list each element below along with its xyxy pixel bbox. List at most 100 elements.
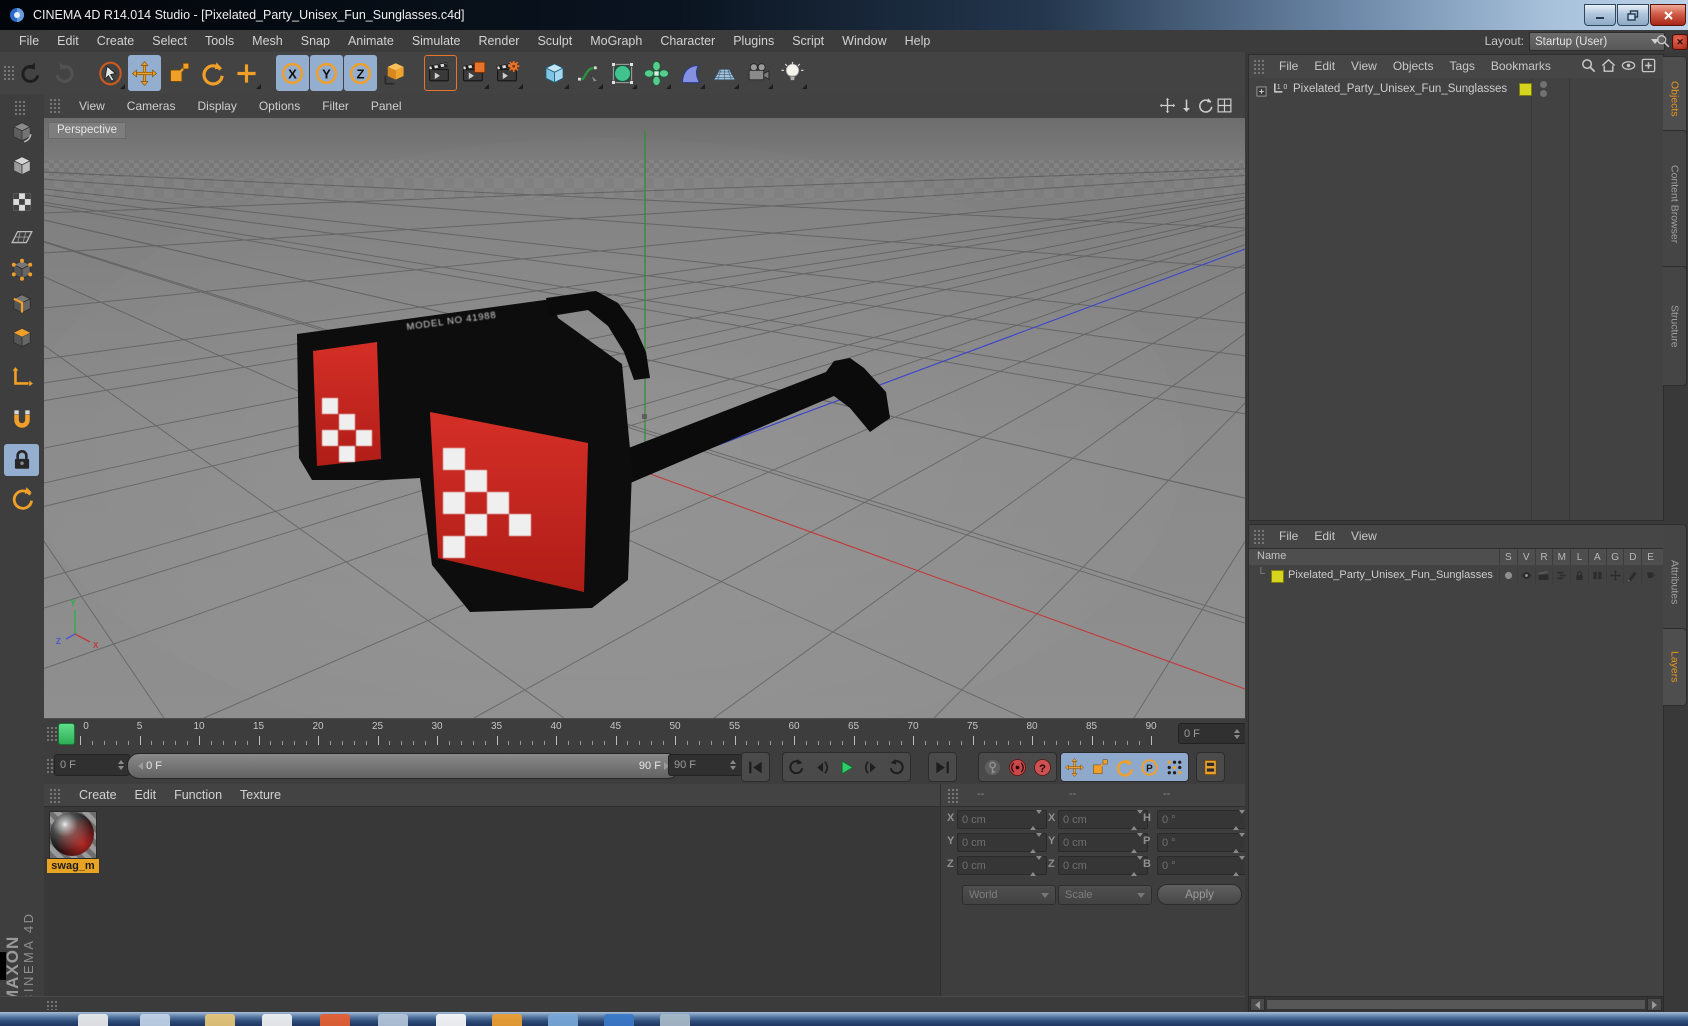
- rotate-view-icon[interactable]: [1197, 97, 1214, 114]
- next-frame-button[interactable]: [859, 754, 884, 780]
- lock-y-button[interactable]: Y: [310, 55, 343, 91]
- toggle-view-icon[interactable]: [1216, 97, 1233, 114]
- make-editable-button[interactable]: [4, 116, 39, 148]
- render-visibility-icon[interactable]: [1534, 567, 1553, 584]
- menu-tools[interactable]: Tools: [196, 30, 243, 52]
- goto-start-button[interactable]: [743, 754, 768, 780]
- taskbar-app-icon[interactable]: [604, 1014, 634, 1026]
- status-grip[interactable]: [46, 1000, 59, 1010]
- material-name[interactable]: swag_m: [47, 859, 99, 873]
- scale-button[interactable]: [162, 55, 195, 91]
- points-mode-button[interactable]: [4, 254, 39, 286]
- add-cube-button[interactable]: [538, 55, 571, 91]
- enable-axis-button[interactable]: [4, 362, 39, 394]
- play-backwards-button[interactable]: [784, 754, 809, 780]
- scroll-right-icon[interactable]: [1647, 998, 1662, 1011]
- horizontal-scrollbar[interactable]: [1248, 996, 1664, 1013]
- layer-browser-grip[interactable]: [1253, 529, 1266, 544]
- menu-snap[interactable]: Snap: [292, 30, 339, 52]
- rotate-button[interactable]: [196, 55, 229, 91]
- last-tool-button[interactable]: [230, 55, 263, 91]
- mode-toolbar-grip[interactable]: [14, 100, 27, 115]
- taskbar-app-icon[interactable]: [140, 1014, 170, 1026]
- visibility-eye-icon[interactable]: [1516, 567, 1535, 584]
- size-mode-select[interactable]: Scale: [1058, 885, 1152, 905]
- viewport-menu-filter[interactable]: Filter: [311, 99, 360, 113]
- scroll-left-icon[interactable]: [1250, 998, 1265, 1011]
- layer-object-row[interactable]: └ Pixelated_Party_Unisex_Fun_Sunglasses: [1249, 567, 1663, 584]
- menu-file[interactable]: File: [10, 30, 48, 52]
- frame-field[interactable]: 0 F: [54, 754, 130, 776]
- preview-range-slider[interactable]: 0 F 90 F: [127, 753, 680, 779]
- add-camera-button[interactable]: [742, 55, 775, 91]
- om-menu-view[interactable]: View: [1343, 59, 1385, 73]
- om-menu-edit[interactable]: Edit: [1306, 59, 1343, 73]
- menu-animate[interactable]: Animate: [339, 30, 403, 52]
- model-mode-button[interactable]: [4, 150, 39, 182]
- keyframe-parameter-button[interactable]: P: [1137, 754, 1162, 780]
- deformers-icon[interactable]: [1623, 567, 1641, 584]
- layer-color-chip[interactable]: [1271, 570, 1284, 583]
- viewport-menu-view[interactable]: View: [68, 99, 116, 113]
- taskbar-app-icon[interactable]: [492, 1014, 522, 1026]
- object-manager-grip[interactable]: [1253, 59, 1266, 74]
- solo-icon[interactable]: [1499, 567, 1517, 584]
- layer-browser-list[interactable]: └ Pixelated_Party_Unisex_Fun_Sunglasses: [1248, 565, 1664, 997]
- search-command-icon[interactable]: [1655, 33, 1671, 49]
- material-menu-function[interactable]: Function: [165, 784, 231, 806]
- apply-button[interactable]: Apply: [1157, 884, 1242, 905]
- render-view-button[interactable]: [424, 55, 457, 91]
- visibility-dots[interactable]: [1540, 81, 1548, 97]
- coord-field-z-0[interactable]: 0 cm: [957, 855, 1047, 876]
- taskbar-app-icon[interactable]: [262, 1014, 292, 1026]
- menu-script[interactable]: Script: [783, 30, 833, 52]
- layer-color-chip[interactable]: [1519, 82, 1533, 96]
- layout-select[interactable]: Startup (User): [1529, 32, 1665, 51]
- scrollbar-thumb[interactable]: [1266, 999, 1646, 1010]
- manager-icon[interactable]: [1552, 567, 1570, 584]
- close-palette-icon[interactable]: ✕: [1672, 34, 1688, 50]
- menu-create[interactable]: Create: [88, 30, 144, 52]
- goto-end-button[interactable]: [930, 754, 955, 780]
- render-picture-viewer-button[interactable]: [458, 55, 491, 91]
- timeline-ruler[interactable]: 0 5 10 15 20 25 30 35 40 45 50 55 60 65 70 75 80 85 90 0 F: [44, 718, 1246, 750]
- menu-mograph[interactable]: MoGraph: [581, 30, 651, 52]
- dock-tab-content-browser[interactable]: Content Browser: [1663, 130, 1687, 278]
- menu-select[interactable]: Select: [143, 30, 196, 52]
- coordinates-grip[interactable]: [947, 788, 960, 803]
- menu-window[interactable]: Window: [833, 30, 895, 52]
- coord-field-x-0[interactable]: 0 cm: [957, 809, 1047, 830]
- coord-field-z-1[interactable]: 0 cm: [1058, 855, 1148, 876]
- coord-field-y-0[interactable]: 0 cm: [957, 832, 1047, 853]
- menu-help[interactable]: Help: [896, 30, 940, 52]
- viewport-menu-options[interactable]: Options: [248, 99, 311, 113]
- taskbar-app-icon[interactable]: [78, 1014, 108, 1026]
- minimize-button[interactable]: [1584, 4, 1616, 26]
- menu-sculpt[interactable]: Sculpt: [528, 30, 581, 52]
- dock-tab-layers[interactable]: Layers: [1663, 628, 1687, 706]
- material-menu-create[interactable]: Create: [70, 784, 126, 806]
- texture-mode-button[interactable]: [4, 186, 39, 218]
- lp-menu-edit[interactable]: Edit: [1306, 529, 1343, 543]
- add-panel-icon[interactable]: [1640, 57, 1657, 74]
- viewport-menu-cameras[interactable]: Cameras: [116, 99, 187, 113]
- object-name[interactable]: Pixelated_Party_Unisex_Fun_Sunglasses: [1293, 83, 1507, 95]
- om-menu-bookmarks[interactable]: Bookmarks: [1483, 59, 1559, 73]
- close-button[interactable]: [1650, 4, 1686, 26]
- redo-button[interactable]: [48, 55, 81, 91]
- autokeying-button[interactable]: ?: [1030, 754, 1055, 780]
- generators-icon[interactable]: [1605, 567, 1624, 584]
- menu-render[interactable]: Render: [469, 30, 528, 52]
- material-menu-texture[interactable]: Texture: [231, 784, 290, 806]
- home-icon[interactable]: [1600, 57, 1617, 74]
- menu-mesh[interactable]: Mesh: [243, 30, 292, 52]
- current-frame-marker[interactable]: [58, 723, 75, 745]
- keyframe-position-button[interactable]: [1062, 754, 1087, 780]
- taskbar-app-icon[interactable]: [660, 1014, 690, 1026]
- workplane-mode-button[interactable]: [4, 220, 39, 252]
- taskbar-app-icon[interactable]: [378, 1014, 408, 1026]
- search-icon[interactable]: [1580, 57, 1597, 74]
- menu-plugins[interactable]: Plugins: [724, 30, 783, 52]
- polygons-mode-button[interactable]: [4, 322, 39, 354]
- range-left-icon[interactable]: [138, 762, 143, 771]
